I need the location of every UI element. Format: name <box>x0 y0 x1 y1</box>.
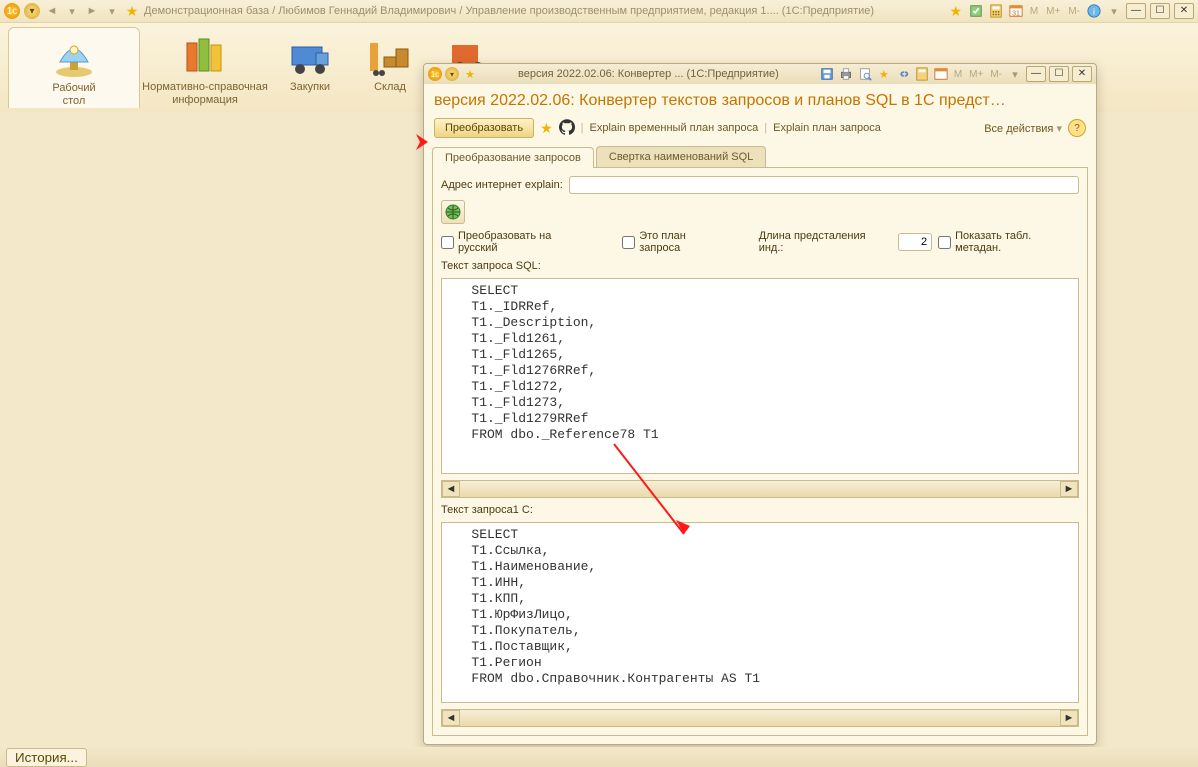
section-desktop-label: Рабочий стол <box>9 82 139 108</box>
modal-save-icon[interactable] <box>819 66 835 82</box>
section-warehouse[interactable]: Склад <box>350 27 430 94</box>
modal-m-minus[interactable]: M- <box>988 69 1004 80</box>
tab-rollup[interactable]: Свертка наименований SQL <box>596 146 766 167</box>
section-purchases[interactable]: Закупки <box>270 27 350 94</box>
modal-extra-dropdown-icon[interactable]: ▾ <box>1007 66 1023 82</box>
sql-scroll-left-icon[interactable]: ◄ <box>442 481 460 497</box>
section-purchases-label: Закупки <box>270 81 350 94</box>
github-icon[interactable] <box>559 119 575 138</box>
sql-hscroll[interactable]: ◄ ► <box>441 480 1079 498</box>
info-dropdown-icon[interactable]: ▾ <box>1106 3 1122 19</box>
tab-convert[interactable]: Преобразование запросов <box>432 147 594 168</box>
fav2-icon[interactable]: ★ <box>948 3 964 19</box>
calculator-icon[interactable] <box>988 3 1004 19</box>
modal-link-icon[interactable] <box>895 66 911 82</box>
converter-window-title: версия 2022.02.06: Конвертер ... (1С:Пре… <box>481 68 816 80</box>
toolbar-star-icon[interactable]: ★ <box>540 120 553 137</box>
converter-window: 1c ▾ ★ версия 2022.02.06: Конвертер ... … <box>423 63 1097 745</box>
nsi-icon <box>181 31 229 79</box>
memory-m[interactable]: M <box>1028 6 1040 17</box>
onec-textarea[interactable]: SELECT T1.Ссылка, T1.Наименование, T1.ИН… <box>441 522 1079 703</box>
history-button[interactable]: История... <box>6 748 87 767</box>
calendar-icon[interactable]: 31 <box>1008 3 1024 19</box>
onec-label: Текст запроса1 С: <box>441 504 1079 516</box>
modal-favorite-icon[interactable]: ★ <box>462 66 478 82</box>
modal-preview-icon[interactable] <box>857 66 873 82</box>
chk-to-russian[interactable]: Преобразовать на русский <box>441 230 592 254</box>
section-nsi[interactable]: Нормативно-справочная информация <box>140 27 270 107</box>
section-desktop[interactable]: Рабочий стол <box>8 27 140 108</box>
modal-m[interactable]: M <box>952 69 964 80</box>
sql-scroll-right-icon[interactable]: ► <box>1060 481 1078 497</box>
converter-main-title: версия 2022.02.06: Конвертер текстов зап… <box>424 84 1096 114</box>
desktop-icon <box>50 32 98 80</box>
tool-icon-1[interactable] <box>968 3 984 19</box>
modal-calc-icon[interactable] <box>914 66 930 82</box>
chk-show-meta[interactable]: Показать табл. метадан. <box>938 230 1079 254</box>
app-menu-icon[interactable]: 1c <box>4 3 20 19</box>
warehouse-icon <box>366 31 414 79</box>
close-button[interactable]: ✕ <box>1174 3 1194 19</box>
onec-scroll-left-icon[interactable]: ◄ <box>442 710 460 726</box>
sql-textarea[interactable]: SELECT T1._IDRRef, T1._Description, T1._… <box>441 278 1079 474</box>
transform-button[interactable]: Преобразовать <box>434 118 534 138</box>
all-actions-link[interactable]: Все действия ▾ <box>984 122 1062 135</box>
help-icon[interactable]: ? <box>1068 119 1086 137</box>
converter-toolbar: Преобразовать ★ | Explain временный план… <box>424 114 1096 142</box>
modal-app-icon[interactable]: 1c <box>428 67 442 81</box>
app-menu-dropdown-icon[interactable]: ▾ <box>24 3 40 19</box>
nav-back-icon[interactable]: ◄ <box>44 3 60 19</box>
favorite-icon[interactable]: ★ <box>124 3 140 19</box>
explain-plan-link[interactable]: Explain план запроса <box>773 122 881 134</box>
info-icon[interactable]: i <box>1086 3 1102 19</box>
modal-close-button[interactable]: ✕ <box>1072 66 1092 82</box>
modal-app-dropdown-icon[interactable]: ▾ <box>445 67 459 81</box>
tab-body: Адрес интернет explain: Преобразовать на… <box>432 167 1088 736</box>
sql-label: Текст запроса SQL: <box>441 260 1079 272</box>
maximize-button[interactable]: ☐ <box>1150 3 1170 19</box>
svg-text:31: 31 <box>1012 10 1020 17</box>
app-titlebar: 1c ▾ ◄ ▾ ► ▾ ★ Демонстрационная база / Л… <box>0 0 1198 23</box>
modal-calendar-icon[interactable] <box>933 66 949 82</box>
explain-temp-link[interactable]: Explain временный план запроса <box>590 122 759 134</box>
onec-hscroll[interactable]: ◄ ► <box>441 709 1079 727</box>
minimize-button[interactable]: — <box>1126 3 1146 19</box>
nav-back-dropdown-icon[interactable]: ▾ <box>64 3 80 19</box>
tabs: Преобразование запросов Свертка наименов… <box>424 146 1096 167</box>
addr-input[interactable] <box>569 176 1079 194</box>
svg-text:i: i <box>1093 7 1095 17</box>
chk-is-plan[interactable]: Это план запроса <box>622 230 729 254</box>
modal-maximize-button[interactable]: ☐ <box>1049 66 1069 82</box>
modal-m-plus[interactable]: M+ <box>967 69 985 80</box>
section-warehouse-label: Склад <box>350 81 430 94</box>
onec-scroll-right-icon[interactable]: ► <box>1060 710 1078 726</box>
section-nsi-label: Нормативно-справочная информация <box>140 81 270 107</box>
converter-titlebar[interactable]: 1c ▾ ★ версия 2022.02.06: Конвертер ... … <box>424 64 1096 84</box>
len-label: Длина предсталения инд.: <box>759 230 892 254</box>
purchases-icon <box>286 31 334 79</box>
modal-minimize-button[interactable]: — <box>1026 66 1046 82</box>
nav-fwd-dropdown-icon[interactable]: ▾ <box>104 3 120 19</box>
globe-button[interactable] <box>441 200 465 224</box>
len-input[interactable] <box>898 233 932 251</box>
memory-m-plus[interactable]: M+ <box>1044 6 1062 17</box>
addr-label: Адрес интернет explain: <box>441 179 563 191</box>
statusbar: История... <box>0 747 1198 767</box>
memory-m-minus[interactable]: M- <box>1066 6 1082 17</box>
app-title: Демонстрационная база / Любимов Геннадий… <box>144 5 944 17</box>
modal-print-icon[interactable] <box>838 66 854 82</box>
nav-fwd-icon[interactable]: ► <box>84 3 100 19</box>
modal-fav2-icon[interactable]: ★ <box>876 66 892 82</box>
